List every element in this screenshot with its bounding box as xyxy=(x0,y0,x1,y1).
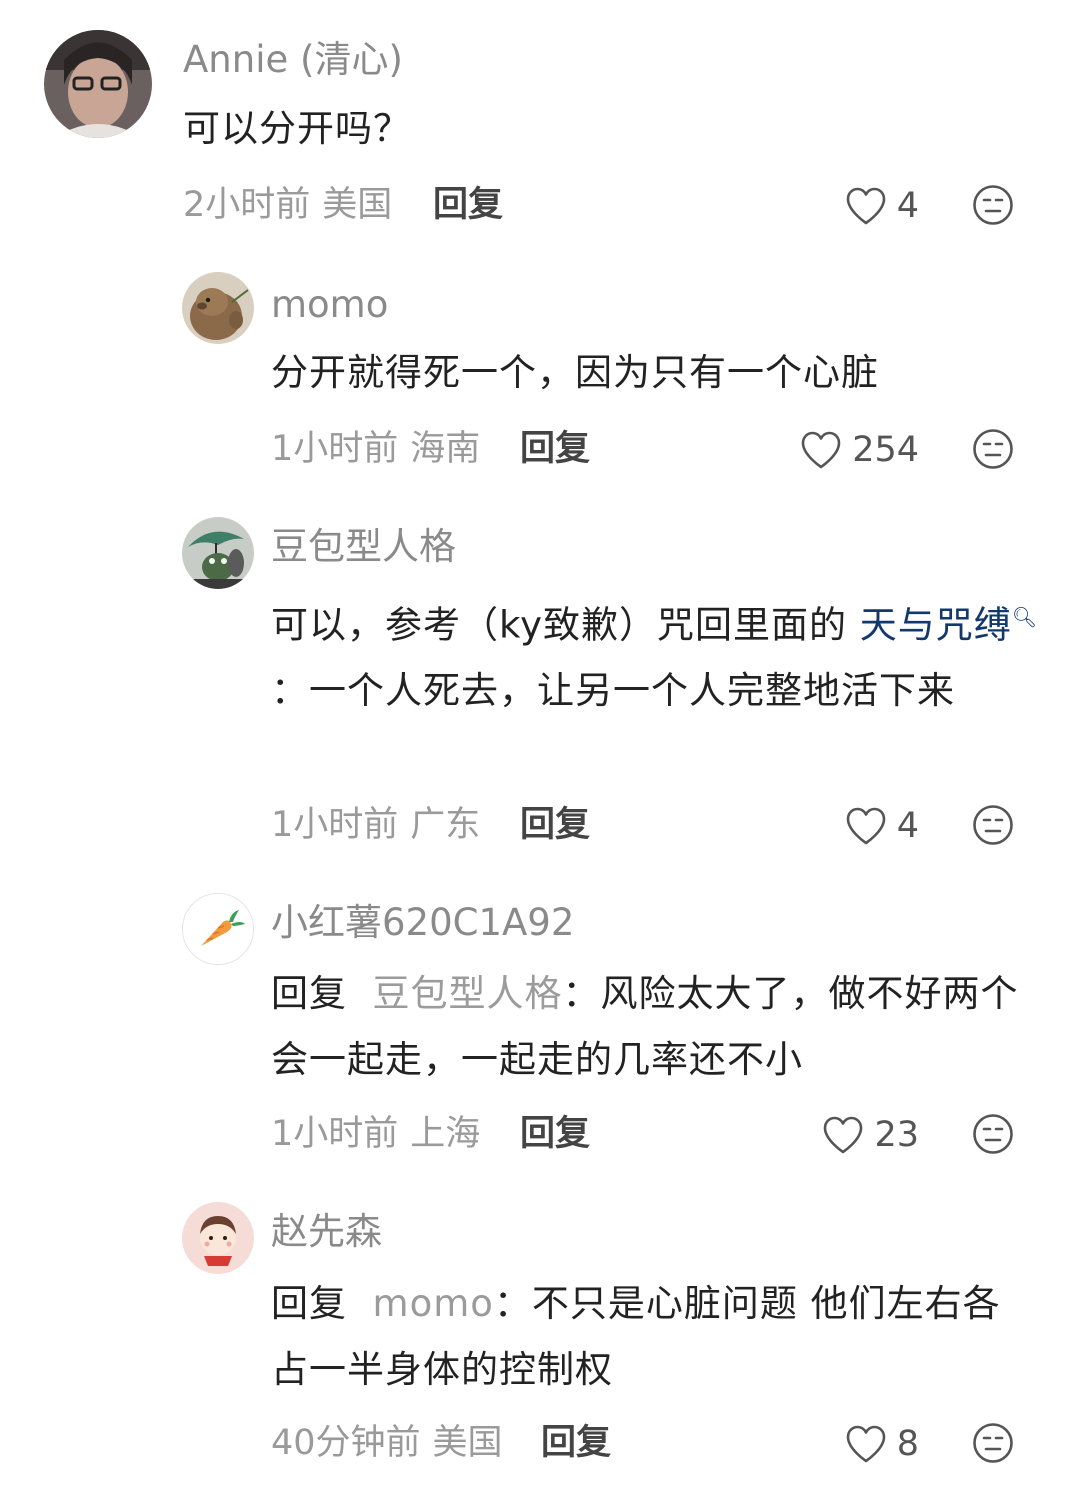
username[interactable]: 赵先森 xyxy=(271,1213,382,1250)
like-count: 8 xyxy=(896,1423,919,1464)
timestamp: 1小时前 xyxy=(271,1114,399,1154)
comment-text: 回复 豆包型人格：风险太大了，做不好两个会一起走，一起走的几率还不小 xyxy=(271,961,1031,1093)
timestamp: 1小时前 xyxy=(271,805,399,845)
heart-outline-icon xyxy=(846,187,886,225)
like-count: 4 xyxy=(896,185,919,226)
username[interactable]: 小红薯620C1A92 xyxy=(271,904,574,941)
timestamp: 1小时前 xyxy=(271,429,399,469)
carrot-icon xyxy=(183,894,253,964)
username[interactable]: 豆包型人格 xyxy=(271,528,456,565)
location: 美国 xyxy=(432,1423,503,1463)
username[interactable]: Annie (清心) xyxy=(183,41,403,78)
reply-prefix: 回复 xyxy=(271,1282,347,1325)
timestamp: 40分钟前 xyxy=(271,1423,421,1463)
heart-outline-icon xyxy=(846,1425,886,1463)
reply-button[interactable]: 回复 xyxy=(520,432,590,467)
comment-meta: 1小时前 广东 xyxy=(271,808,480,843)
comment-annie: Annie (清心) 可以分开吗？ 2小时前 美国 回复 4 xyxy=(0,0,1079,250)
mention-link[interactable]: 豆包型人格 xyxy=(373,972,563,1015)
avatar[interactable] xyxy=(182,893,254,965)
comment-meta: 1小时前 海南 xyxy=(271,432,480,467)
reply-button[interactable]: 回复 xyxy=(520,808,590,843)
avatar[interactable] xyxy=(182,1202,254,1274)
neutral-face-icon[interactable] xyxy=(972,428,1014,470)
location: 海南 xyxy=(410,429,481,469)
avatar[interactable] xyxy=(44,30,152,138)
mention-link[interactable]: momo xyxy=(373,1282,494,1325)
like-button[interactable]: 4 xyxy=(845,804,919,848)
like-count: 4 xyxy=(896,805,919,846)
like-count: 23 xyxy=(874,1114,919,1155)
reply-button[interactable]: 回复 xyxy=(541,1426,611,1461)
comment-text: 可以分开吗？ xyxy=(183,107,411,150)
search-magnifier-icon[interactable]: 🔍︎ xyxy=(1012,584,1038,650)
reply-button[interactable]: 回复 xyxy=(520,1117,590,1152)
heart-outline-icon xyxy=(824,1116,863,1154)
like-count: 254 xyxy=(852,429,919,470)
comment-meta: 1小时前 上海 xyxy=(271,1117,480,1152)
like-button[interactable]: 8 xyxy=(845,1422,919,1466)
comment-text-part: ：一个人死去，让另一个人完整地活下来 xyxy=(271,669,955,713)
location: 美国 xyxy=(322,185,393,225)
like-button[interactable]: 23 xyxy=(822,1113,919,1157)
avatar[interactable] xyxy=(182,272,254,344)
comment-text: 分开就得死一个，因为只有一个心脏 xyxy=(271,351,879,394)
comment-meta: 2小时前 美国 xyxy=(183,188,392,223)
comment-text: 回复 momo：不只是心脏问题 他们左右各占一半身体的控制权 xyxy=(271,1271,1031,1403)
location: 广东 xyxy=(410,805,481,845)
timestamp: 2小时前 xyxy=(183,185,311,225)
comment-text-part: 可以，参考（ky致歉）咒回里面的 xyxy=(271,603,860,647)
neutral-face-icon[interactable] xyxy=(972,804,1014,846)
heart-outline-icon xyxy=(801,431,841,469)
avatar[interactable] xyxy=(182,517,254,589)
like-button[interactable]: 4 xyxy=(845,184,919,228)
topic-link[interactable]: 天与咒缚 xyxy=(860,603,1012,646)
like-button[interactable]: 254 xyxy=(800,428,919,472)
reply-prefix: 回复 xyxy=(271,972,347,1015)
comment-text: 可以，参考（ky致歉）咒回里面的 天与咒缚🔍︎ ：一个人死去，让另一个人完整地活下… xyxy=(271,584,1046,724)
neutral-face-icon[interactable] xyxy=(972,1422,1014,1464)
heart-outline-icon xyxy=(846,807,886,845)
reply-button[interactable]: 回复 xyxy=(433,188,503,223)
username[interactable]: momo xyxy=(271,286,388,323)
neutral-face-icon[interactable] xyxy=(972,1113,1014,1155)
neutral-face-icon[interactable] xyxy=(972,184,1014,226)
comment-meta: 40分钟前 美国 xyxy=(271,1426,503,1461)
location: 上海 xyxy=(410,1114,481,1154)
